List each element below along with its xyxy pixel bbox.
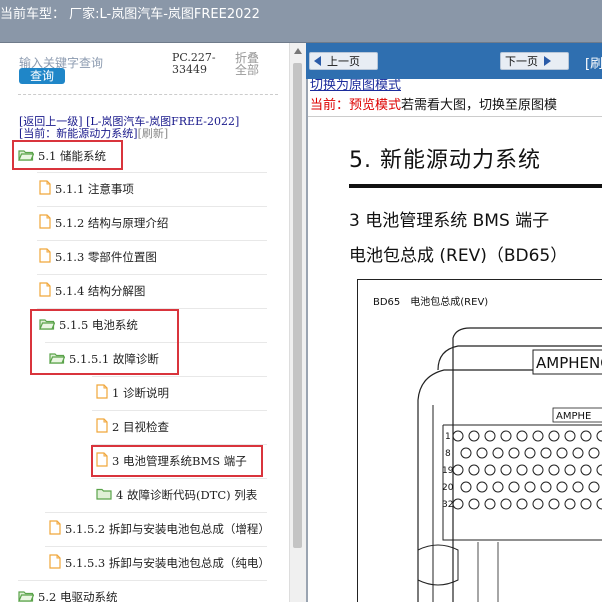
scrollbar-thumb[interactable] (293, 63, 302, 548)
scroll-up-icon[interactable] (294, 48, 302, 54)
tree-item-visual-inspection[interactable]: 2 目视检查 (96, 416, 169, 438)
row-divider (92, 410, 267, 411)
tree-item-label: 5.1.3 零部件位置图 (55, 250, 157, 264)
tree-item-label: 1 诊断说明 (112, 386, 169, 400)
document-icon (39, 180, 51, 198)
current-location: [当前：新能源动力系统][刷新] (19, 125, 168, 141)
section-subheading: 3 电池管理系统 BMS 端子 (349, 211, 550, 231)
tree-item-label: 5.1.5.2 拆卸与安装电池包总成（增程） (65, 522, 270, 536)
row-divider (37, 240, 267, 241)
row-divider (45, 546, 267, 547)
row-divider (92, 478, 267, 479)
preview-mode-label: 当前：预览模式 (310, 98, 402, 113)
tree-item-5-1-1[interactable]: 5.1.1 注意事项 (39, 178, 134, 200)
preview-hint: 若需看大图，切换至原图模 (401, 98, 558, 113)
tree-item-5-1-5-3[interactable]: 5.1.5.3 拆卸与安装电池包总成（纯电） (49, 552, 270, 574)
document-code: PC.227-33449 (172, 51, 216, 76)
document-icon (39, 214, 51, 232)
current-model-title: 当前车型： 厂家:L-岚图汽车-岚图FREE2022 (0, 7, 260, 22)
document-icon (96, 418, 108, 436)
switch-original-link[interactable]: 切换为原图模式 (310, 79, 401, 93)
tree-item-diagnosis-description[interactable]: 1 诊断说明 (96, 382, 169, 404)
refresh-link[interactable]: [刷新] (138, 127, 169, 140)
document-page: 切换为原图模式 当前：预览模式若需看大图，切换至原图模 5. 新能源动力系统 3… (308, 79, 602, 602)
refresh-link[interactable]: [刷 (585, 53, 602, 72)
document-icon (49, 554, 61, 572)
current-label: [当前：新能源动力系统] (19, 127, 138, 140)
tree-item-5-1-4[interactable]: 5.1.4 结构分解图 (39, 280, 145, 302)
heading-rule (349, 184, 602, 188)
navigation-scrollbar[interactable] (289, 43, 306, 602)
arrow-right-icon (544, 56, 551, 66)
tree-item-label: 2 目视检查 (112, 420, 169, 434)
highlight-box (30, 309, 179, 375)
separator (18, 94, 278, 95)
connector-brand-small: AMPHE (556, 411, 591, 422)
tree-item-5-1-5-2[interactable]: 5.1.5.2 拆卸与安装电池包总成（增程） (49, 518, 270, 540)
document-icon (49, 520, 61, 538)
pin-number: 1 (445, 432, 451, 442)
document-icon (39, 248, 51, 266)
tree-item-5-1-2[interactable]: 5.1.2 结构与原理介绍 (39, 212, 168, 234)
connector-drawing: AMPHENOL- AMPHE 1 8 19 20 32 (417, 327, 602, 602)
row-divider (45, 512, 267, 513)
viewer-toolbar: 上一页 下一页 [刷 (306, 43, 602, 79)
section-heading: 5. 新能源动力系统 (349, 148, 541, 173)
row-divider (37, 274, 267, 275)
tree-item-label: 4 故障诊断代码(DTC) 列表 (116, 488, 258, 502)
connector-brand: AMPHENOL- (536, 354, 602, 372)
tree-item-label: 5.1.5.3 拆卸与安装电池包总成（纯电） (65, 556, 270, 570)
tree-item-label: 5.1.4 结构分解图 (55, 284, 146, 298)
folder-closed-icon (96, 488, 112, 503)
tree-item-label: 5.2 电驱动系统 (38, 590, 118, 602)
tree-item-5-2[interactable]: 5.2 电驱动系统 (18, 586, 117, 602)
navigation-pane: 输入关键字查询 查询 PC.227-33449 折叠全部 [返回上一级] [L-… (0, 43, 289, 602)
tree-item-5-1-3[interactable]: 5.1.3 零部件位置图 (39, 246, 157, 268)
fold-all-link[interactable]: 折叠全部 (235, 52, 269, 76)
prev-page-button[interactable]: 上一页 (309, 52, 378, 70)
preview-mode-notice: 当前：预览模式若需看大图，切换至原图模 (310, 94, 557, 113)
query-button[interactable]: 查询 (19, 68, 65, 84)
next-page-button[interactable]: 下一页 (500, 52, 569, 70)
document-viewer: 上一页 下一页 [刷 切换为原图模式 当前：预览模式若需看大图，切换至原图模 5… (306, 43, 602, 602)
title-bar: 当前车型： 厂家:L-岚图汽车-岚图FREE2022 (0, 0, 602, 43)
document-icon (39, 282, 51, 300)
connector-diagram: BD65 电池包总成(REV) AMPHENOL- AMPHE 1 8 19 (357, 279, 602, 602)
folder-open-icon (18, 590, 35, 602)
row-divider (37, 206, 267, 207)
component-title: 电池包总成 (REV)（BD65） (349, 246, 568, 266)
document-icon (96, 384, 108, 402)
row-divider (18, 580, 267, 581)
arrow-left-icon (314, 56, 321, 66)
separator (308, 116, 602, 117)
pin-number: 32 (442, 500, 453, 510)
tree-item-label: 5.1.2 结构与原理介绍 (55, 216, 169, 230)
tree-item-dtc-list[interactable]: 4 故障诊断代码(DTC) 列表 (96, 484, 257, 506)
row-divider (92, 376, 267, 377)
pin-number: 20 (442, 483, 454, 493)
row-divider (37, 172, 267, 173)
tree-item-label: 5.1.1 注意事项 (55, 182, 134, 196)
highlight-box (91, 445, 263, 477)
highlight-box (12, 140, 123, 170)
pin-number: 19 (442, 466, 454, 476)
pin-number: 8 (445, 449, 451, 459)
